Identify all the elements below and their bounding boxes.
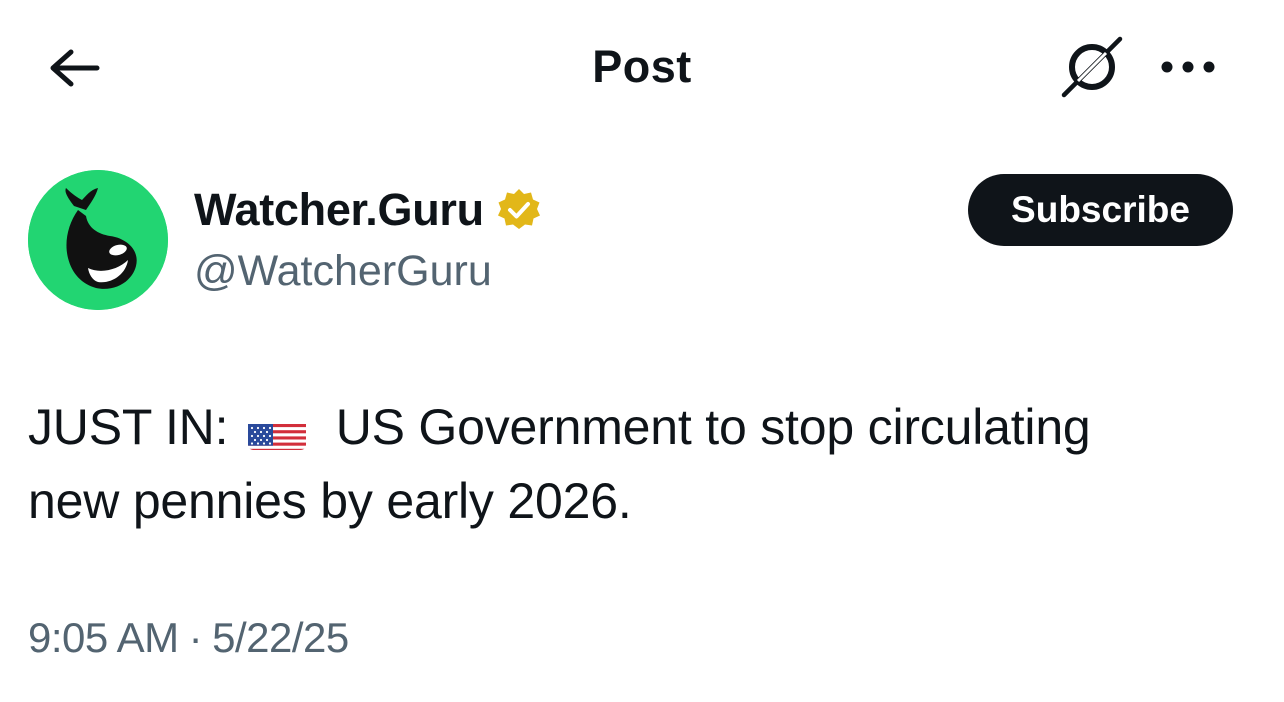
verified-badge-icon	[497, 189, 540, 229]
us-flag-icon	[247, 410, 306, 450]
avatar[interactable]	[28, 170, 168, 310]
top-bar: Post	[0, 0, 1284, 134]
more-options-button[interactable]	[1152, 40, 1224, 94]
subscribe-button[interactable]: Subscribe	[968, 174, 1233, 246]
post-text: JUST IN: US Government to stop circulati…	[28, 390, 1258, 538]
name-row: Watcher.Guru	[194, 180, 542, 240]
verified-badge	[496, 187, 542, 233]
post-text-line2: new pennies by early 2026.	[28, 473, 632, 529]
meta-separator: ·	[188, 614, 203, 661]
author-handle[interactable]: @WatcherGuru	[194, 244, 492, 298]
post-text-line1: US Government to stop circulating	[335, 399, 1091, 455]
post-meta: 9:05 AM · 5/22/25	[28, 610, 349, 666]
post-date[interactable]: 5/22/25	[212, 614, 349, 661]
author-display-name[interactable]: Watcher.Guru	[194, 182, 484, 238]
post-time[interactable]: 9:05 AM	[28, 614, 179, 661]
more-horizontal-icon	[1161, 61, 1215, 73]
post-text-prefix: JUST IN:	[28, 399, 229, 455]
post-author: Watcher.Guru @WatcherGuru Subscribe	[0, 160, 1284, 330]
grok-icon	[1061, 36, 1123, 98]
grok-button[interactable]	[1056, 32, 1128, 102]
whale-logo-icon	[28, 170, 168, 310]
